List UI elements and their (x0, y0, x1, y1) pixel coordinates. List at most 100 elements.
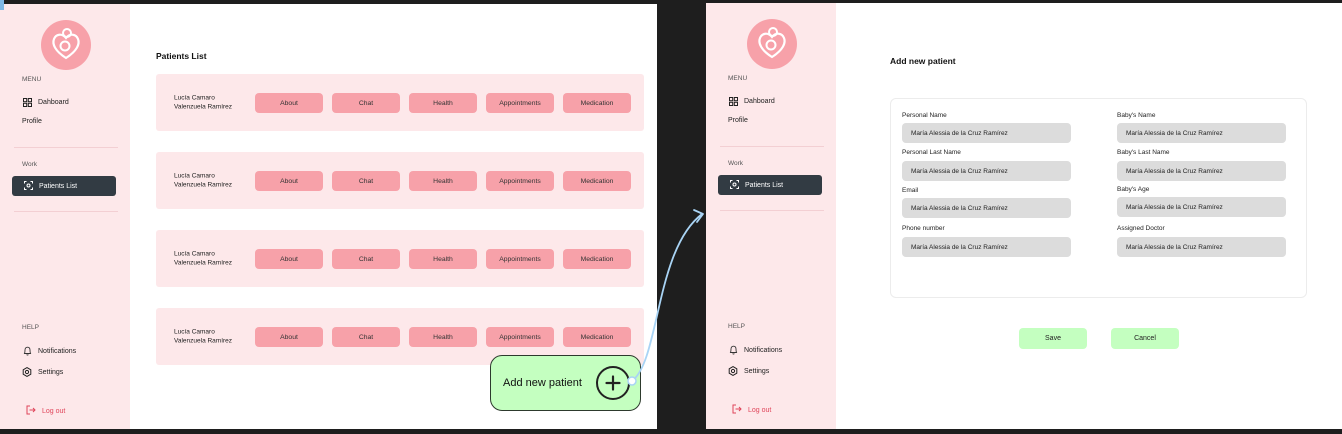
about-button[interactable]: About (255, 171, 323, 191)
medication-button[interactable]: Medication (563, 249, 631, 269)
bell-icon (22, 346, 32, 356)
assigned-doctor-label: Assigned Doctor (1117, 225, 1165, 232)
page-title: Add new patient (890, 56, 956, 66)
gear-icon (728, 366, 738, 376)
sidebar: MENU Dahboard Profile Work Patients List… (0, 4, 130, 429)
phone-number-field[interactable] (902, 237, 1071, 257)
mother-baby-heart-logo-icon (52, 28, 80, 60)
sidebar: MENU Dahboard Profile Work Patients List… (706, 3, 836, 429)
save-button[interactable]: Save (1019, 328, 1087, 349)
logout-link[interactable]: Log out (26, 405, 65, 417)
medication-button[interactable]: Medication (563, 171, 631, 191)
sidebar-item-profile[interactable]: Profile (22, 118, 42, 125)
assigned-doctor-field[interactable] (1117, 237, 1286, 257)
baby-last-name-label: Baby's Last Name (1117, 149, 1170, 156)
divider (14, 147, 118, 148)
sidebar-item-patients-list[interactable]: Patients List (718, 175, 822, 195)
baby-last-name-field[interactable] (1117, 161, 1286, 181)
patient-name: Lucía Camaro Valenzuela Ramírez (174, 328, 233, 345)
page-title: Patients List (156, 51, 207, 61)
sidebar-item-notifications[interactable]: Notifications (22, 346, 76, 356)
sidebar-item-label: Settings (38, 368, 64, 376)
personal-last-name-label: Personal Last Name (902, 149, 961, 156)
health-button[interactable]: Health (409, 93, 477, 113)
personal-name-label: Personal Name (902, 112, 947, 119)
sidebar-item-label: Notifications (38, 347, 77, 355)
sidebar-item-dashboard[interactable]: Dahboard (22, 97, 69, 107)
chat-button[interactable]: Chat (332, 93, 400, 113)
divider (14, 211, 118, 212)
about-button[interactable]: About (255, 93, 323, 113)
email-field[interactable] (902, 198, 1071, 218)
medication-button[interactable]: Medication (563, 93, 631, 113)
work-section-label: Work (22, 161, 38, 168)
grid-icon (22, 97, 32, 107)
patients-list-screen: MENU Dahboard Profile Work Patients List… (0, 4, 657, 429)
logout-link[interactable]: Log out (732, 404, 771, 416)
baby-age-field[interactable] (1117, 197, 1286, 217)
app-logo (747, 19, 797, 69)
mother-baby-heart-logo-icon (758, 27, 786, 59)
personal-last-name-field[interactable] (902, 161, 1071, 181)
appointments-button[interactable]: Appointments (486, 171, 554, 191)
about-button[interactable]: About (255, 249, 323, 269)
bell-icon (728, 345, 738, 355)
scan-person-icon (730, 179, 739, 191)
cancel-button[interactable]: Cancel (1111, 328, 1179, 349)
appointments-button[interactable]: Appointments (486, 327, 554, 347)
sidebar-item-notifications[interactable]: Notifications (728, 345, 782, 355)
baby-name-label: Baby's Name (1117, 112, 1156, 119)
menu-section-label: MENU (728, 75, 748, 82)
add-patient-form: Personal Name Personal Last Name Email P… (890, 98, 1307, 298)
personal-name-field[interactable] (902, 123, 1071, 143)
help-section-label: HELP (22, 324, 39, 331)
logout-label: Log out (42, 407, 66, 415)
sidebar-item-dashboard[interactable]: Dahboard (728, 96, 775, 106)
sidebar-item-profile[interactable]: Profile (728, 117, 748, 124)
sidebar-item-label: Profile (22, 118, 42, 125)
appointments-button[interactable]: Appointments (486, 93, 554, 113)
sidebar-item-label: Notifications (744, 346, 783, 354)
grid-icon (728, 96, 738, 106)
logout-icon (26, 405, 36, 417)
divider (720, 146, 824, 147)
patient-row: Lucía Camaro Valenzuela Ramírez About Ch… (156, 230, 644, 287)
patient-row: Lucía Camaro Valenzuela Ramírez About Ch… (156, 152, 644, 209)
add-new-patient-button[interactable]: Add new patient (490, 355, 641, 411)
chat-button[interactable]: Chat (332, 327, 400, 347)
sidebar-item-label: Patients List (745, 181, 784, 189)
scan-person-icon (24, 180, 33, 192)
chat-button[interactable]: Chat (332, 171, 400, 191)
sidebar-item-settings[interactable]: Settings (728, 366, 769, 376)
patient-row: Lucía Camaro Valenzuela Ramírez About Ch… (156, 74, 644, 131)
logout-label: Log out (748, 406, 772, 414)
baby-name-field[interactable] (1117, 123, 1286, 143)
health-button[interactable]: Health (409, 327, 477, 347)
sidebar-item-label: Dahboard (38, 98, 69, 106)
phone-number-label: Phone number (902, 225, 945, 232)
sidebar-item-label: Settings (744, 367, 770, 375)
divider (720, 210, 824, 211)
sidebar-item-label: Patients List (39, 182, 78, 190)
health-button[interactable]: Health (409, 249, 477, 269)
patient-name: Lucía Camaro Valenzuela Ramírez (174, 250, 233, 267)
health-button[interactable]: Health (409, 171, 477, 191)
patient-name: Lucía Camaro Valenzuela Ramírez (174, 94, 233, 111)
selection-marker (0, 0, 4, 10)
medication-button[interactable]: Medication (563, 327, 631, 347)
work-section-label: Work (728, 160, 744, 167)
baby-age-label: Baby's Age (1117, 186, 1150, 193)
app-logo (41, 20, 91, 70)
email-label: Email (902, 187, 919, 194)
sidebar-item-label: Dahboard (744, 97, 775, 105)
about-button[interactable]: About (255, 327, 323, 347)
sidebar-item-patients-list[interactable]: Patients List (12, 176, 116, 196)
sidebar-item-settings[interactable]: Settings (22, 367, 63, 377)
appointments-button[interactable]: Appointments (486, 249, 554, 269)
add-new-patient-label: Add new patient (503, 377, 582, 389)
add-patient-screen: MENU Dahboard Profile Work Patients List… (706, 3, 1342, 429)
gear-icon (22, 367, 32, 377)
chat-button[interactable]: Chat (332, 249, 400, 269)
help-section-label: HELP (728, 323, 745, 330)
logout-icon (732, 404, 742, 416)
